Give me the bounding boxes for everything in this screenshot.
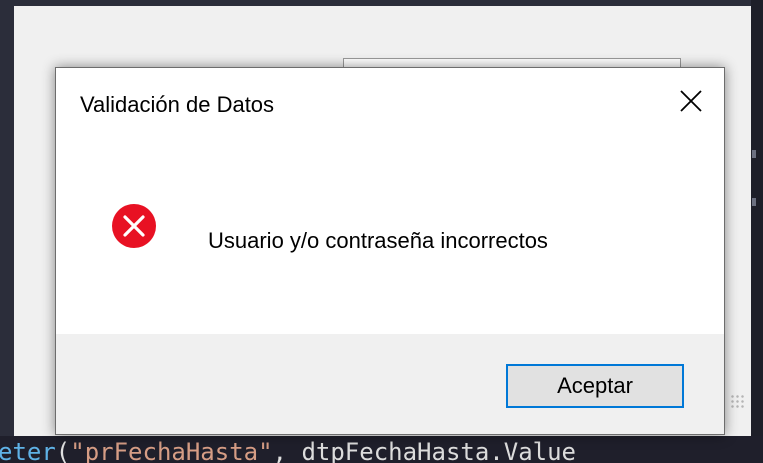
code-method-token: eter: [0, 438, 56, 463]
code-paren-token: (: [55, 438, 71, 463]
screen: eter("prFechaHasta", dtpFechaHasta.Value…: [0, 0, 763, 463]
resize-grip-icon[interactable]: [730, 394, 746, 410]
code-text: eter("prFechaHasta", dtpFechaHasta.Value: [0, 439, 576, 463]
editor-gutter: [0, 414, 14, 436]
dialog-footer: Aceptar: [56, 334, 724, 434]
side-marker: [752, 198, 756, 206]
accept-button[interactable]: Aceptar: [506, 364, 684, 408]
editor-side-strip: [751, 0, 763, 463]
close-button[interactable]: [658, 68, 724, 134]
dialog-message: Usuario y/o contraseña incorrectos: [208, 228, 548, 253]
close-icon: [680, 90, 702, 112]
code-string-token: "prFechaHasta": [70, 438, 273, 463]
error-icon: [111, 203, 157, 249]
code-editor-line[interactable]: eter("prFechaHasta", dtpFechaHasta.Value: [0, 436, 763, 463]
dialog-title: Validación de Datos: [80, 92, 275, 117]
side-marker: [752, 150, 756, 158]
code-identifier-token: dtpFechaHasta.Value: [301, 438, 576, 463]
code-separator-token: ,: [272, 438, 302, 463]
message-dialog: Validación de Datos Usuario y/o contrase…: [55, 67, 725, 435]
